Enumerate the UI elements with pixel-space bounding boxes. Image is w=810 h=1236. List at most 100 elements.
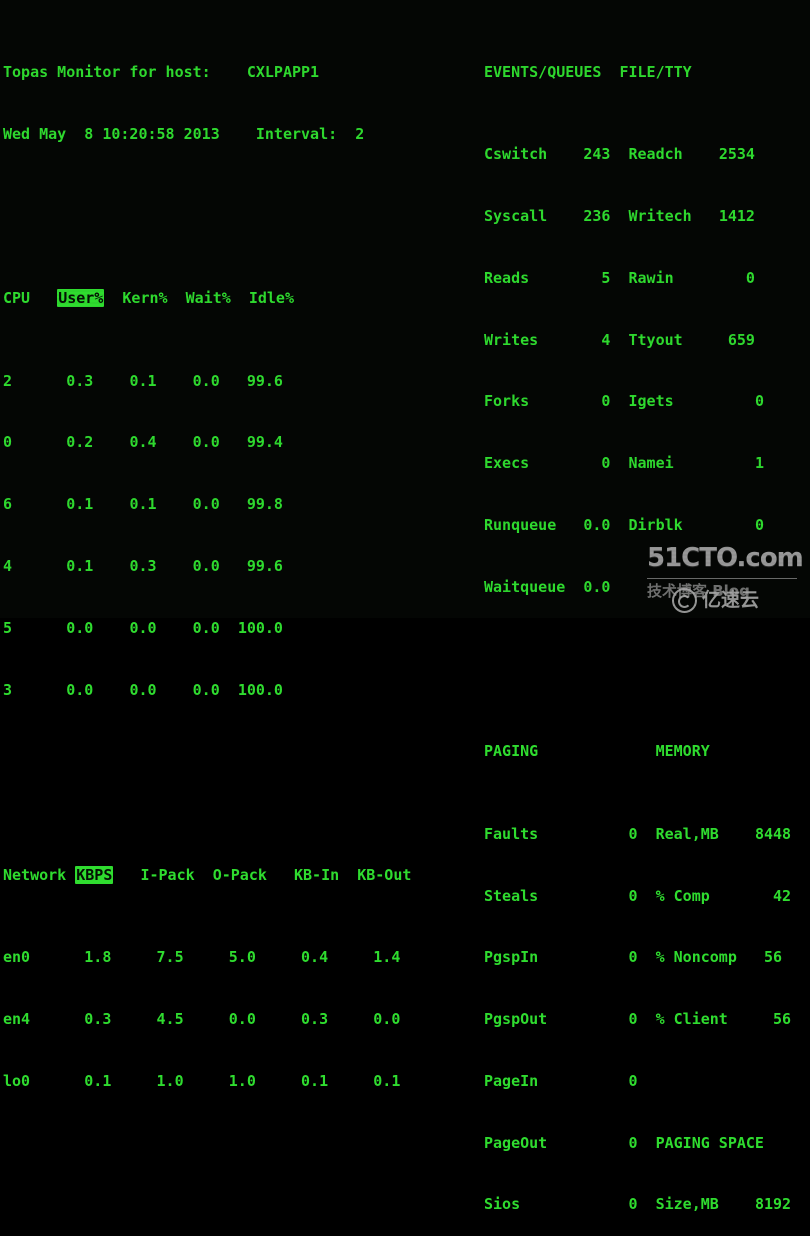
cpu-row: 0 0.2 0.4 0.0 99.4 (3, 432, 473, 453)
cpu-id: 2 (3, 371, 13, 390)
net-opack: 5.0 (228, 948, 256, 967)
right-panel: EVENTS/QUEUES FILE/TTY Cswitch 243 Readc… (484, 0, 810, 1236)
memory-label: Real,MB (655, 824, 719, 843)
cpu-user: 0.2 (66, 433, 94, 452)
paging-space-title: PAGING SPACE (655, 1133, 764, 1152)
paging-label: Steals (484, 886, 539, 905)
net-col-network: Network (3, 865, 67, 884)
cpu-user: 0.3 (66, 371, 94, 390)
cpu-idle: 99.6 (246, 557, 283, 576)
events-label: Waitqueue (484, 577, 566, 596)
filetty-label: Ttyout (628, 330, 683, 349)
filetty-value: 2534 (718, 145, 755, 164)
cpu-row: 2 0.3 0.1 0.0 99.6 (3, 371, 473, 392)
paging-label: PageIn (484, 1071, 539, 1090)
cpu-col-cpu: CPU (3, 289, 31, 308)
filetty-label: Writech (628, 206, 692, 225)
paging-label: PgspIn (484, 948, 539, 967)
net-col-ipack[interactable]: I-Pack (140, 866, 194, 884)
stat-row: PageIn 0 (484, 1071, 810, 1092)
paging-value: 0 (628, 886, 638, 905)
stat-row: Sios 0 Size,MB 8192 (484, 1194, 810, 1215)
cpu-user: 0.0 (66, 618, 94, 637)
stat-row: Reads 5 Rawin 0 (484, 268, 810, 289)
filetty-label: Namei (628, 454, 674, 473)
memory-title: MEMORY (655, 742, 710, 761)
filetty-value: 0 (745, 268, 755, 287)
cpu-id: 3 (3, 680, 13, 699)
filetty-value: 0 (754, 392, 764, 411)
filetty-label: Rawin (628, 268, 674, 287)
paging-value: 0 (628, 1133, 638, 1152)
topas-timestamp-interval: Wed May 8 10:20:58 2013 Interval: 2 (3, 124, 365, 143)
stat-row: Runqueue 0.0 Dirblk 0 (484, 515, 810, 536)
net-opack: 0.0 (228, 1010, 256, 1029)
cpu-idle: 99.6 (246, 371, 283, 390)
cpu-col-wait[interactable]: Wait% (186, 289, 231, 307)
events-label: Writes (484, 330, 539, 349)
net-col-kbps[interactable]: KBPS (75, 865, 114, 884)
cpu-kern: 0.1 (129, 495, 157, 514)
events-label: Runqueue (484, 515, 557, 534)
file-tty-title: FILE/TTY (619, 62, 692, 81)
filetty-value: 0 (754, 515, 764, 534)
cpu-row: 3 0.0 0.0 0.0 100.0 (3, 680, 473, 701)
cpu-wait: 0.0 (192, 618, 220, 637)
paging-value: 0 (628, 1071, 638, 1090)
cpu-idle: 99.8 (246, 495, 283, 514)
stat-row: PgspOut 0 % Client 56 (484, 1009, 810, 1030)
cpu-col-idle[interactable]: Idle% (249, 289, 294, 307)
paging-label: PageOut (484, 1133, 548, 1152)
cpu-kern: 0.4 (129, 433, 157, 452)
net-col-kbout[interactable]: KB-Out (357, 866, 411, 884)
pagingspace-value: 8192 (754, 1195, 792, 1214)
events-value: 0.0 (583, 577, 611, 596)
paging-title: PAGING (484, 742, 539, 761)
topas-title: Topas Monitor for host: CXLPAPP1 (3, 62, 320, 81)
events-label: Syscall (484, 206, 548, 225)
stat-row: Steals 0 % Comp 42 (484, 886, 810, 907)
stat-row: PgspIn 0 % Noncomp 56 (484, 947, 810, 968)
memory-value: 42 (773, 886, 792, 905)
memory-value: 8448 (754, 824, 792, 843)
cpu-wait: 0.0 (192, 433, 220, 452)
cpu-col-user[interactable]: User% (57, 289, 105, 308)
cpu-wait: 0.0 (192, 371, 220, 390)
net-kbin: 0.4 (301, 948, 329, 967)
cpu-row: 4 0.1 0.3 0.0 99.6 (3, 556, 473, 577)
stat-row: Faults 0 Real,MB 8448 (484, 824, 810, 845)
cpu-kern: 0.0 (129, 680, 157, 699)
events-label: Reads (484, 268, 530, 287)
cpu-row: 6 0.1 0.1 0.0 99.8 (3, 494, 473, 515)
paging-label: Sios (484, 1195, 521, 1214)
cpu-col-kern[interactable]: Kern% (122, 289, 167, 307)
memory-value: 56 (773, 1010, 792, 1029)
memory-value: 56 (763, 948, 783, 967)
net-kbout: 0.0 (373, 1010, 401, 1029)
filetty-value: 1 (754, 454, 764, 473)
stat-row: Writes 4 Ttyout 659 (484, 330, 810, 351)
net-col-opack[interactable]: O-Pack (213, 866, 267, 884)
cpu-id: 4 (3, 557, 13, 576)
net-kbps: 0.3 (84, 1010, 112, 1029)
left-panel: Topas Monitor for host: CXLPAPP1 Wed May… (3, 0, 473, 1236)
net-name: en0 (3, 948, 31, 967)
events-value: 236 (583, 206, 611, 225)
network-row: en4 0.3 4.5 0.0 0.3 0.0 (3, 1009, 473, 1030)
paging-value: 0 (628, 1010, 638, 1029)
net-opack: 1.0 (228, 1071, 256, 1090)
topas-terminal-screen: Topas Monitor for host: CXLPAPP1 Wed May… (0, 0, 810, 1213)
memory-label: % Comp (655, 886, 710, 905)
cpu-kern: 0.0 (129, 618, 157, 637)
cpu-id: 0 (3, 433, 13, 452)
net-col-kbin[interactable]: KB-In (294, 866, 339, 884)
cpu-user: 0.1 (66, 495, 94, 514)
net-kbin: 0.3 (301, 1010, 329, 1029)
events-label: Cswitch (484, 145, 548, 164)
cpu-kern: 0.3 (129, 557, 157, 576)
cpu-wait: 0.0 (192, 495, 220, 514)
cpu-kern: 0.1 (129, 371, 157, 390)
net-ipack: 1.0 (156, 1071, 184, 1090)
